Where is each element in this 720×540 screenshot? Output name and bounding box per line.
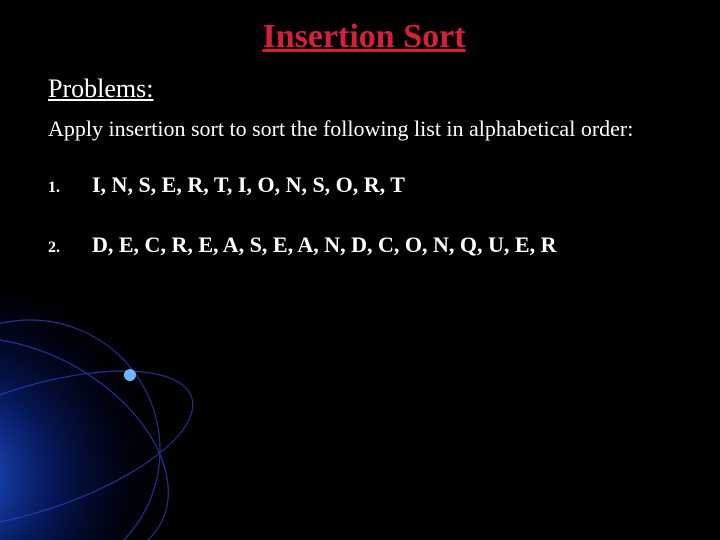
list-item: 1. I, N, S, E, R, T, I, O, N, S, O, R, T (48, 172, 680, 198)
item-number: 2. (48, 239, 92, 257)
problem-prompt: Apply insertion sort to sort the followi… (48, 114, 680, 144)
section-heading: Problems: (48, 74, 680, 104)
slide-content: Insertion Sort Problems: Apply insertion… (0, 0, 720, 258)
item-number: 1. (48, 179, 92, 197)
list-item: 2. D, E, C, R, E, A, S, E, A, N, D, C, O… (48, 232, 680, 258)
item-sequence: D, E, C, R, E, A, S, E, A, N, D, C, O, N… (92, 232, 557, 258)
item-sequence: I, N, S, E, R, T, I, O, N, S, O, R, T (92, 172, 405, 198)
problem-list: 1. I, N, S, E, R, T, I, O, N, S, O, R, T… (48, 172, 680, 258)
decorative-orbit-graphic (0, 260, 240, 540)
slide-title: Insertion Sort (48, 18, 680, 56)
